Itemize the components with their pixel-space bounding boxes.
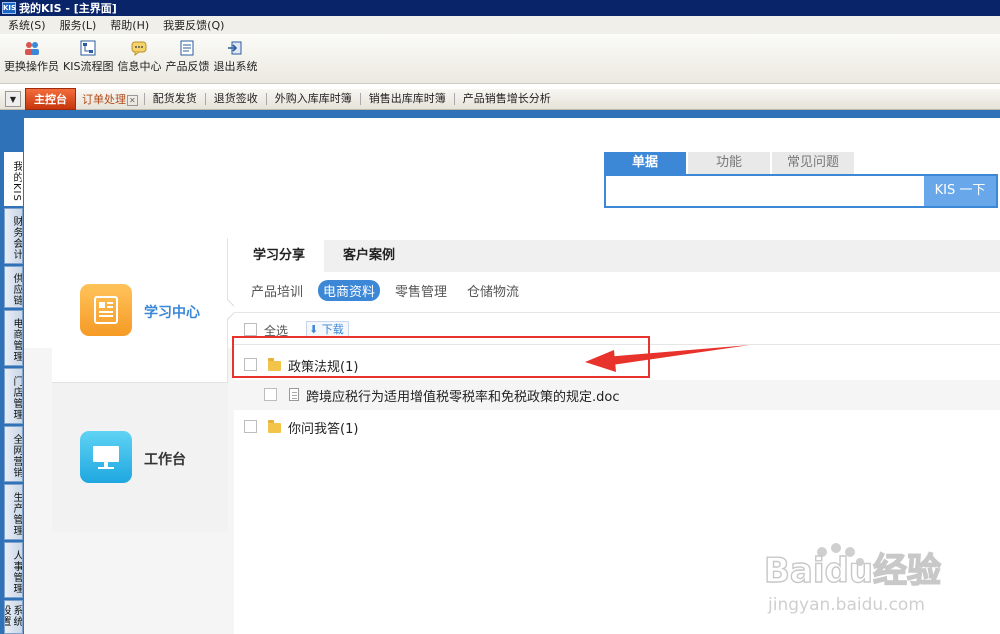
menu-feedback[interactable]: 我要反馈(Q) [155, 17, 230, 33]
workbench-item[interactable]: 工作台 [52, 382, 228, 532]
window-title: 我的KIS - [主界面] [19, 2, 117, 15]
title-bar: KIS 我的KIS - [主界面] [0, 0, 1000, 16]
left-module-bar: 我的KIS 财务会计 供应链 电商管理 门店管理 全网营销 生产管理 人事管理 … [0, 110, 24, 634]
document-file-icon [289, 388, 299, 401]
vtab-system-settings[interactable]: 系统设置 [4, 600, 23, 634]
document-icon [80, 284, 132, 336]
search-button[interactable]: KIS 一下 [924, 176, 996, 206]
flowchart-icon [80, 40, 96, 56]
menu-system[interactable]: 系统(S) [0, 17, 52, 33]
tab-allocate-ship[interactable]: 配货发货 [143, 93, 205, 105]
svg-text:jingyan.baidu.com: jingyan.baidu.com [767, 595, 925, 615]
category-ecommerce-materials[interactable]: 电商资料 [318, 280, 381, 301]
exit-icon [228, 41, 242, 55]
category-product-training[interactable]: 产品培训 [246, 280, 308, 301]
menu-bar: 系统(S) 服务(L) 帮助(H) 我要反馈(Q) [0, 16, 1000, 34]
tab-dropdown-button[interactable]: ▼ [5, 91, 21, 107]
workbench-label: 工作台 [144, 452, 186, 468]
search-tab-documents[interactable]: 单据 [604, 152, 686, 174]
vtab-production[interactable]: 生产管理 [4, 484, 23, 540]
chat-icon [131, 41, 147, 56]
tab-order-processing[interactable]: 订单处理 ✕ [82, 91, 138, 107]
monitor-icon [80, 431, 132, 483]
row-checkbox[interactable] [264, 388, 277, 401]
tab-return-receipt[interactable]: 退货签收 [204, 93, 266, 105]
module-tabs-bar: ▼ 主控台 订单处理 ✕ 配货发货 退货签收 外购入库库时簿 销售出库库时簿 产品… [0, 88, 1000, 110]
learning-center-item[interactable]: 学习中心 [52, 238, 228, 382]
menu-service[interactable]: 服务(L) [52, 17, 103, 33]
search-tabs: 单据 功能 常见问题 [604, 152, 856, 174]
tab-home[interactable]: 主控台 [25, 88, 76, 110]
download-icon: ⬇ [309, 323, 319, 336]
exit-system-button[interactable]: 退出系统 [213, 34, 257, 74]
search-box: KIS 一下 [604, 174, 998, 208]
list-item[interactable]: 跨境应税行为适用增值税零税率和免税政策的规定.doc [234, 380, 1000, 410]
folder-label[interactable]: 你问我答(1) [288, 418, 358, 437]
content-tabs: 学习分享 客户案例 [234, 240, 1000, 272]
users-icon [24, 42, 39, 55]
vtab-store[interactable]: 门店管理 [4, 368, 23, 424]
menu-help[interactable]: 帮助(H) [102, 17, 155, 33]
vtab-my-kis[interactable]: 我的KIS [4, 152, 23, 206]
search-tab-functions[interactable]: 功能 [688, 152, 770, 174]
learning-center-label: 学习中心 [144, 305, 200, 321]
folder-icon [268, 420, 281, 433]
category-filter: 产品培训 电商资料 零售管理 仓储物流 [246, 280, 534, 301]
tab-customer-cases[interactable]: 客户案例 [324, 240, 414, 272]
file-label[interactable]: 跨境应税行为适用增值税零税率和免税政策的规定.doc [306, 386, 620, 405]
tab-learning-share[interactable]: 学习分享 [234, 240, 324, 272]
kis-app-icon: KIS [2, 2, 17, 14]
product-feedback-button[interactable]: 产品反馈 [165, 34, 209, 74]
vtab-hr[interactable]: 人事管理 [4, 542, 23, 598]
baidu-watermark: Baidu经验 jingyan.baidu.com [762, 540, 962, 620]
chevron-down-icon: ▼ [9, 94, 17, 104]
tab-purchase-inbound-timeline[interactable]: 外购入库库时簿 [265, 93, 360, 105]
vtab-ecommerce[interactable]: 电商管理 [4, 310, 23, 366]
search-tab-faq[interactable]: 常见问题 [772, 152, 854, 174]
highlight-box [232, 336, 650, 378]
vtab-finance[interactable]: 财务会计 [4, 208, 23, 264]
close-tab-icon[interactable]: ✕ [127, 95, 138, 106]
kis-flowchart-button[interactable]: KIS流程图 [63, 34, 113, 74]
tab-sales-growth-analysis[interactable]: 产品销售增长分析 [453, 93, 559, 105]
vtab-marketing[interactable]: 全网营销 [4, 426, 23, 482]
row-checkbox[interactable] [244, 420, 257, 433]
info-center-button[interactable]: 信息中心 [117, 34, 161, 74]
switch-operator-button[interactable]: 更换操作员 [4, 34, 59, 74]
svg-text:Baidu经验: Baidu经验 [764, 551, 941, 591]
tab-sales-outbound-timeline[interactable]: 销售出库库时簿 [359, 93, 454, 105]
feedback-icon [180, 40, 194, 56]
search-input[interactable] [606, 176, 920, 206]
category-retail-management[interactable]: 零售管理 [390, 280, 452, 301]
vtab-supply-chain[interactable]: 供应链 [4, 266, 23, 308]
category-warehouse-logistics[interactable]: 仓储物流 [462, 280, 524, 301]
select-all-checkbox[interactable] [244, 323, 257, 336]
toolbar: 更换操作员 KIS流程图 信息中心 产品反馈 退出系统 [0, 34, 1000, 84]
